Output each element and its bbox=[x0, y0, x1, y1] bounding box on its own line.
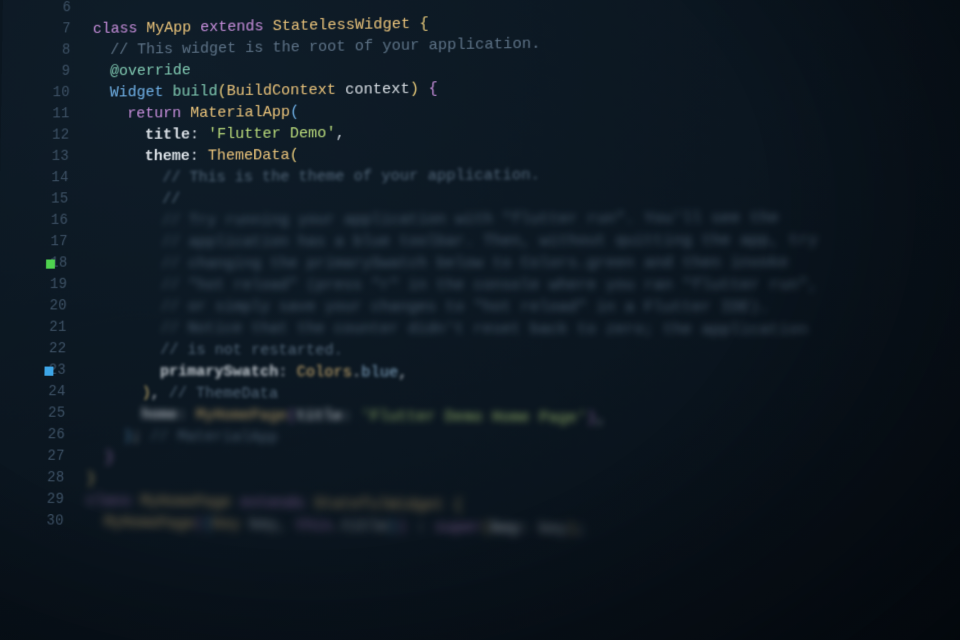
code-line[interactable]: // Try running your application with "fl… bbox=[90, 206, 960, 232]
gutter-row: 16 bbox=[0, 211, 90, 233]
gutter-row: 28 bbox=[0, 467, 87, 490]
gutter-row: 12 bbox=[1, 125, 92, 147]
line-number: 17 bbox=[50, 232, 68, 253]
gutter-row: 13 bbox=[0, 146, 91, 168]
gutter-row: 23 bbox=[0, 360, 88, 382]
line-number: 9 bbox=[62, 62, 71, 83]
line-number: 29 bbox=[47, 489, 65, 511]
line-number: 14 bbox=[51, 168, 69, 189]
line-number-gutter: 6789101112131415161718192021222324252627… bbox=[0, 0, 93, 640]
gutter-row: 25 bbox=[0, 403, 88, 425]
line-number: 15 bbox=[51, 189, 69, 210]
gutter-row: 8 bbox=[2, 40, 93, 63]
code-line[interactable]: // Notice that the counter didn't reset … bbox=[89, 318, 960, 342]
gutter-row: 21 bbox=[0, 317, 89, 339]
line-number: 22 bbox=[49, 339, 67, 361]
line-number: 21 bbox=[49, 318, 67, 339]
gutter-row: 9 bbox=[2, 61, 93, 83]
line-number: 10 bbox=[53, 83, 71, 104]
gutter-row: 27 bbox=[0, 446, 87, 468]
line-number: 7 bbox=[62, 19, 71, 40]
gutter-row: 7 bbox=[2, 19, 93, 42]
code-line[interactable]: // application has a blue toolbar. Then,… bbox=[90, 229, 960, 254]
gutter-row: 14 bbox=[0, 168, 91, 190]
line-number: 6 bbox=[62, 0, 71, 19]
line-number: 12 bbox=[52, 125, 70, 146]
line-number: 26 bbox=[48, 425, 66, 447]
line-number: 27 bbox=[47, 446, 65, 468]
gutter-row: 26 bbox=[0, 424, 87, 446]
line-number: 24 bbox=[48, 382, 66, 404]
code-area[interactable]: class MyApp extends StatelessWidget { //… bbox=[84, 0, 960, 640]
code-line[interactable]: // changing the primarySwatch below to C… bbox=[89, 251, 960, 274]
gutter-row: 18 bbox=[0, 253, 90, 274]
gutter-row: 6 bbox=[3, 0, 94, 20]
gutter-row: 20 bbox=[0, 296, 89, 318]
gutter-row: 11 bbox=[1, 104, 92, 126]
line-number: 28 bbox=[47, 468, 65, 490]
gutter-mark bbox=[44, 367, 53, 376]
line-number: 19 bbox=[50, 275, 68, 296]
line-number: 30 bbox=[46, 511, 64, 533]
line-number: 13 bbox=[52, 147, 70, 168]
gutter-row: 30 bbox=[0, 510, 86, 533]
line-number: 8 bbox=[62, 40, 71, 61]
gutter-row: 15 bbox=[0, 189, 91, 211]
gutter-row: 24 bbox=[0, 382, 88, 404]
gutter-row: 17 bbox=[0, 232, 90, 254]
code-line[interactable]: // or simply save your changes to "hot r… bbox=[89, 296, 960, 319]
line-number: 11 bbox=[52, 104, 70, 125]
gutter-row: 10 bbox=[1, 83, 92, 105]
code-line[interactable]: // "hot reload" (press "r" in the consol… bbox=[89, 274, 960, 297]
gutter-row: 22 bbox=[0, 339, 89, 361]
code-editor[interactable]: 6789101112131415161718192021222324252627… bbox=[0, 0, 960, 640]
gutter-mark bbox=[46, 259, 55, 268]
gutter-row: 29 bbox=[0, 489, 87, 512]
line-number: 25 bbox=[48, 403, 66, 425]
gutter-row: 19 bbox=[0, 275, 89, 296]
line-number: 16 bbox=[51, 211, 69, 232]
line-number: 20 bbox=[49, 296, 67, 317]
